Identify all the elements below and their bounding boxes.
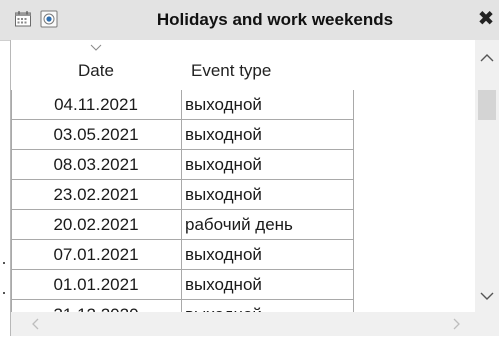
table-row[interactable]: 01.01.2021 выходной — [11, 270, 353, 300]
cell-date: 08.03.2021 — [53, 155, 139, 174]
rows-container: 04.11.2021 выходной 03.05.2021 выходной … — [11, 90, 353, 312]
cell-event-type: выходной — [185, 155, 262, 174]
cell-event-type: рабочий день — [185, 215, 293, 234]
table-row[interactable]: 08.03.2021 выходной — [11, 150, 353, 180]
calendar-icon[interactable] — [14, 10, 32, 28]
table-row[interactable]: 03.05.2021 выходной — [11, 120, 353, 150]
cell-event-type: выходной — [185, 95, 262, 114]
scrollbar-corner — [475, 312, 499, 336]
table-row[interactable]: 20.02.2021 рабочий день — [11, 210, 353, 240]
cell-event-type: выходной — [185, 275, 262, 294]
cell-date: 01.01.2021 — [53, 275, 139, 294]
title-bar: Holidays and work weekends ✖ — [0, 0, 499, 41]
column-divider — [353, 90, 354, 312]
horizontal-scrollbar[interactable] — [11, 312, 475, 336]
cell-date: 23.02.2021 — [53, 185, 139, 204]
edge-mark — [3, 292, 5, 294]
scroll-up-icon[interactable] — [475, 46, 499, 70]
column-header-date[interactable]: Date — [11, 40, 181, 90]
cell-date: 03.05.2021 — [53, 125, 139, 144]
radio-icon[interactable] — [40, 10, 58, 28]
cell-date: 04.11.2021 — [54, 95, 138, 114]
cell-date: 07.01.2021 — [53, 245, 139, 264]
cell-date: 31.12.2020 — [11, 300, 181, 312]
scroll-left-icon[interactable] — [23, 312, 47, 336]
cell-event-type: выходной — [185, 245, 262, 264]
table-row[interactable]: 23.02.2021 выходной — [11, 180, 353, 210]
column-label-event-type: Event type — [191, 61, 272, 80]
column-label-date: Date — [78, 61, 114, 80]
close-icon[interactable]: ✖ — [475, 8, 497, 30]
cell-event-type: выходной — [185, 185, 262, 204]
scroll-thumb[interactable] — [478, 90, 496, 120]
table-row[interactable]: 31.12.2020 выходной — [11, 300, 353, 312]
column-header-event-type[interactable]: Event type — [181, 40, 353, 90]
scroll-right-icon[interactable] — [445, 312, 469, 336]
cell-event-type: выходной — [185, 125, 262, 144]
scroll-down-icon[interactable] — [475, 284, 499, 308]
table-row[interactable]: 04.11.2021 выходной — [11, 90, 353, 120]
sort-desc-icon — [11, 44, 181, 54]
events-grid: Date Event type 04.11.2021 выходной 03.0… — [11, 40, 475, 312]
edge-mark — [3, 262, 5, 264]
window-title: Holidays and work weekends — [156, 10, 394, 29]
table-row[interactable]: 07.01.2021 выходной — [11, 240, 353, 270]
cell-date: 20.02.2021 — [53, 215, 139, 234]
vertical-scrollbar[interactable] — [475, 40, 499, 312]
cell-event-type: выходной — [183, 300, 353, 312]
